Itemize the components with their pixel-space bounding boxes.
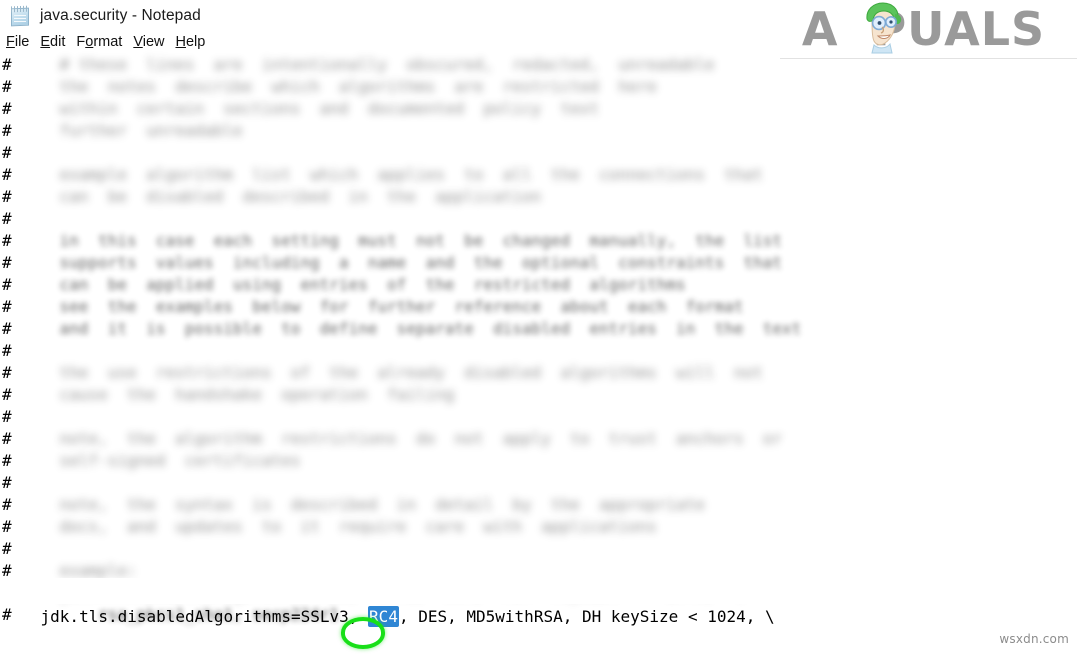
comment-marker: # xyxy=(2,384,21,406)
title-bar: java.security - Notepad xyxy=(0,0,800,32)
document-text: # # these lines are intentionally obscur… xyxy=(0,54,1077,626)
config-line-prefix: jdk.tls.disabledAlgorithms=SSLv3, xyxy=(41,607,369,626)
blurred-comment-text: the use restrictions of the already disa… xyxy=(21,362,763,384)
notepad-window: java.security - Notepad File Edit Format… xyxy=(0,0,1077,650)
blurred-comment-text: and it is possible to define separate di… xyxy=(21,318,801,340)
appuals-wordmark: APUALS xyxy=(802,6,1045,52)
comment-marker: # xyxy=(2,252,21,274)
comment-marker: # xyxy=(2,450,21,472)
menu-accel-edit: E xyxy=(40,34,50,50)
blurred-comment-text: # these lines are intentionally obscured… xyxy=(21,54,715,76)
comment-marker: # xyxy=(2,142,21,164)
blurred-comment-text: within certain sections and documented p… xyxy=(21,98,599,120)
comment-marker: # xyxy=(2,274,21,296)
document-line: # xyxy=(0,472,1077,494)
document-line: # self-signed certificates xyxy=(0,450,1077,472)
document-line: # xyxy=(0,142,1077,164)
appuals-word-start: A xyxy=(802,2,839,56)
window-title: java.security - Notepad xyxy=(40,7,201,25)
comment-marker: # xyxy=(2,516,21,538)
blurred-comment-text: docs, and updates to it require care wit… xyxy=(21,516,657,538)
menu-accel-file: F xyxy=(6,34,15,50)
document-line: # note, the syntax is described in detai… xyxy=(0,494,1077,516)
comment-marker: # xyxy=(2,208,21,230)
document-line: # xyxy=(0,406,1077,428)
document-line: # docs, and updates to it require care w… xyxy=(0,516,1077,538)
blurred-comment-text: cause the handshake operation failing xyxy=(21,384,454,406)
document-line: # within certain sections and documented… xyxy=(0,98,1077,120)
document-line: # the use restrictions of the already di… xyxy=(0,362,1077,384)
config-line-suffix: , DES, MD5withRSA, DH keySize < 1024, \ xyxy=(399,607,775,626)
document-line: # further unreadable xyxy=(0,120,1077,142)
document-line: # and it is possible to define separate … xyxy=(0,318,1077,340)
document-line: # cause the handshake operation failing xyxy=(0,384,1077,406)
comment-marker: # xyxy=(2,98,21,120)
comment-marker: # xyxy=(2,538,21,560)
notepad-icon xyxy=(10,5,31,27)
comment-marker: # xyxy=(2,296,21,318)
comment-marker: # xyxy=(2,318,21,340)
document-line: # xyxy=(0,208,1077,230)
focused-config-line[interactable]: jdk.tls.disabledAlgorithms=SSLv3, RC4, D… xyxy=(0,578,1077,604)
blurred-comment-text: further unreadable xyxy=(21,120,243,142)
comment-marker: # xyxy=(2,164,21,186)
menu-accel-format: o xyxy=(85,34,93,50)
comment-marker: # xyxy=(2,76,21,98)
blurred-comment-text: note, the syntax is described in detail … xyxy=(21,494,705,516)
document-line: # xyxy=(0,340,1077,362)
appuals-mascot-icon xyxy=(854,1,908,55)
menu-accel-view: V xyxy=(133,34,142,50)
blurred-comment-text: can be applied using entries of the rest… xyxy=(21,274,686,296)
document-line: # supports values including a name and t… xyxy=(0,252,1077,274)
document-line: # see the examples below for further ref… xyxy=(0,296,1077,318)
blurred-comment-text: self-signed certificates xyxy=(21,450,300,472)
comment-marker: # xyxy=(2,120,21,142)
document-line: # in this case each setting must not be … xyxy=(0,230,1077,252)
notepad-icon-spiral xyxy=(11,6,29,13)
comment-marker: # xyxy=(2,362,21,384)
blurred-comment-text: the notes describe which algorithms are … xyxy=(21,76,657,98)
document-line: # example algorithm list which applies t… xyxy=(0,164,1077,186)
comment-marker: # xyxy=(2,494,21,516)
document-line: # xyxy=(0,538,1077,560)
menu-accel-help: H xyxy=(176,34,186,50)
text-editor-area[interactable]: # # these lines are intentionally obscur… xyxy=(0,50,1077,650)
blurred-comment-text: can be disabled described in the applica… xyxy=(21,186,541,208)
appuals-logo: APUALS xyxy=(802,3,1055,55)
document-line: # note, the algorithm restrictions do no… xyxy=(0,428,1077,450)
blurred-comment-text: in this case each setting must not be ch… xyxy=(21,230,782,252)
comment-marker: # xyxy=(2,472,21,494)
comment-marker: # xyxy=(2,54,21,76)
brand-divider xyxy=(780,58,1077,59)
watermark: wsxdn.com xyxy=(999,632,1069,646)
blurred-comment-text: supports values including a name and the… xyxy=(21,252,782,274)
document-line: # the notes describe which algorithms ar… xyxy=(0,76,1077,98)
blurred-comment-text: see the examples below for further refer… xyxy=(21,296,743,318)
appuals-brand-header: APUALS xyxy=(780,0,1077,58)
document-line: # can be applied using entries of the re… xyxy=(0,274,1077,296)
comment-marker: # xyxy=(2,186,21,208)
comment-marker: # xyxy=(2,428,21,450)
comment-marker: # xyxy=(2,230,21,252)
comment-marker: # xyxy=(2,406,21,428)
notepad-icon-lines xyxy=(14,15,26,23)
document-line: # can be disabled described in the appli… xyxy=(0,186,1077,208)
comment-marker: # xyxy=(2,340,21,362)
blurred-comment-text: example algorithm list which applies to … xyxy=(21,164,763,186)
selected-token-rc4[interactable]: RC4 xyxy=(368,606,399,627)
blurred-comment-text: note, the algorithm restrictions do not … xyxy=(21,428,782,450)
